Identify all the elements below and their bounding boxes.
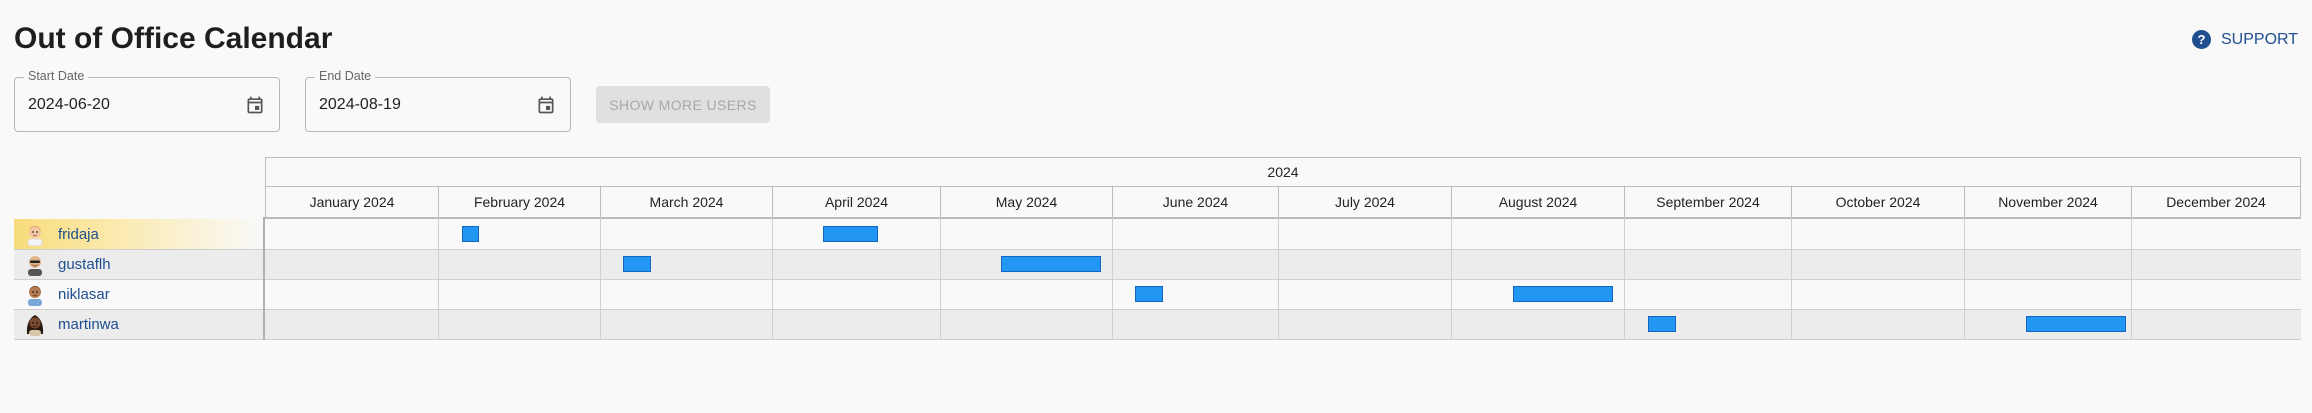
user-name[interactable]: fridaja — [58, 226, 99, 243]
grid-divider — [14, 279, 263, 280]
absence-bar[interactable] — [1135, 286, 1163, 302]
page-title: Out of Office Calendar — [14, 22, 333, 55]
grid-divider — [1112, 218, 1113, 340]
start-date-field[interactable]: Start Date 2024-06-20 — [14, 69, 280, 132]
grid-divider — [600, 218, 601, 340]
year-header: 2024 — [265, 157, 2301, 187]
absence-bar[interactable] — [623, 256, 651, 272]
absence-bar[interactable] — [2026, 316, 2126, 332]
calendar-icon[interactable] — [245, 95, 265, 115]
user-row-martinwa[interactable]: martinwa — [14, 309, 263, 339]
avatar — [27, 226, 43, 246]
grid-divider — [1791, 218, 1792, 340]
grid-divider — [772, 218, 773, 340]
avatar — [28, 286, 42, 306]
grid-divider — [1451, 218, 1452, 340]
month-header-dec: December 2024 — [2131, 187, 2301, 218]
help-circle-icon: ? — [2192, 30, 2211, 49]
grid-divider — [265, 309, 2301, 310]
grid-divider — [1624, 218, 1625, 340]
grid-divider — [265, 339, 2301, 340]
grid-divider — [265, 217, 2301, 219]
month-header-jun: June 2024 — [1112, 187, 1279, 218]
calendar-icon[interactable] — [536, 95, 556, 115]
end-date-value[interactable]: 2024-08-19 — [319, 96, 401, 114]
calendar-row-martinwa — [265, 309, 2301, 339]
avatar — [26, 315, 44, 336]
support-link[interactable]: ? SUPPORT — [2192, 30, 2298, 49]
month-header-feb: February 2024 — [438, 187, 601, 218]
absence-bar[interactable] — [1648, 316, 1676, 332]
grid-divider — [2131, 218, 2132, 340]
absence-bar[interactable] — [823, 226, 878, 242]
absence-bar[interactable] — [1513, 286, 1613, 302]
grid-divider — [14, 339, 263, 340]
grid-divider — [265, 279, 2301, 280]
grid-divider — [14, 309, 263, 310]
user-row-fridaja[interactable]: fridaja — [14, 219, 263, 249]
support-label: SUPPORT — [2221, 30, 2299, 48]
absence-bar[interactable] — [462, 226, 479, 242]
grid-divider — [438, 218, 439, 340]
end-date-field[interactable]: End Date 2024-08-19 — [305, 69, 571, 132]
start-date-label: Start Date — [24, 69, 89, 83]
absence-bar[interactable] — [1001, 256, 1101, 272]
grid-divider — [940, 218, 941, 340]
month-header-jul: July 2024 — [1278, 187, 1452, 218]
show-more-users-button[interactable]: SHOW MORE USERS — [596, 86, 770, 123]
avatar — [28, 256, 42, 276]
grid-divider — [265, 249, 2301, 250]
grid-left-border — [263, 217, 265, 340]
month-header-oct: October 2024 — [1791, 187, 1965, 218]
grid-divider — [1278, 218, 1279, 340]
month-header-mar: March 2024 — [600, 187, 773, 218]
start-date-value[interactable]: 2024-06-20 — [28, 96, 110, 114]
user-row-niklasar[interactable]: niklasar — [14, 279, 263, 309]
month-header-sep: September 2024 — [1624, 187, 1792, 218]
user-name[interactable]: niklasar — [58, 286, 110, 303]
month-header-nov: November 2024 — [1964, 187, 2132, 218]
calendar-row-gustaflh — [265, 249, 2301, 279]
month-header-apr: April 2024 — [772, 187, 941, 218]
calendar-row-fridaja — [265, 219, 2301, 249]
month-header-aug: August 2024 — [1451, 187, 1625, 218]
grid-divider — [14, 249, 263, 250]
user-row-gustaflh[interactable]: gustaflh — [14, 249, 263, 279]
month-header-may: May 2024 — [940, 187, 1113, 218]
calendar-row-niklasar — [265, 279, 2301, 309]
grid-divider — [1964, 218, 1965, 340]
user-name[interactable]: gustaflh — [58, 256, 111, 273]
user-name[interactable]: martinwa — [58, 316, 119, 333]
month-header-jan: January 2024 — [265, 187, 439, 218]
end-date-label: End Date — [315, 69, 376, 83]
